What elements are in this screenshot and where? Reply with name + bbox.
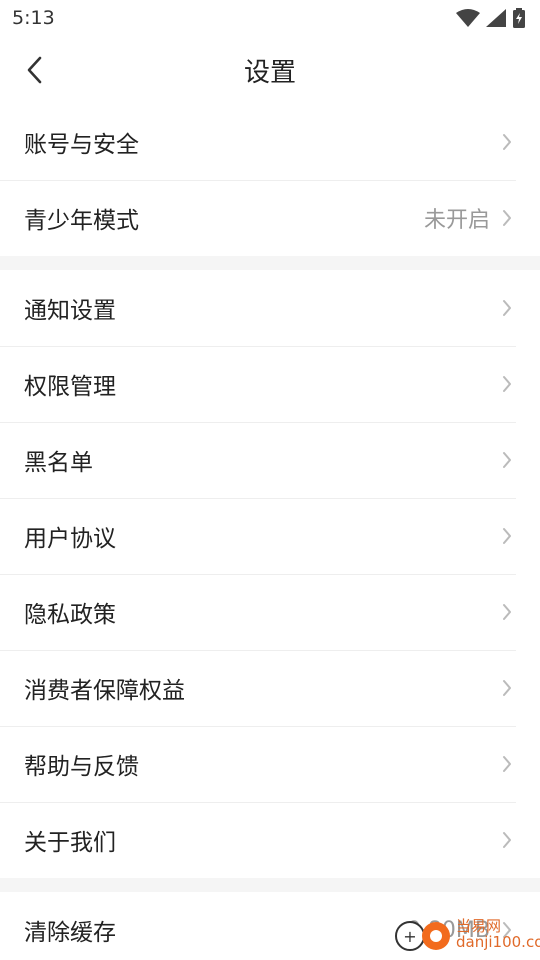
settings-row-label: 账号与安全 [24,132,139,158]
settings-row-label: 通知设置 [24,298,116,324]
settings-row-label: 黑名单 [24,450,93,476]
settings-row-label: 清除缓存 [24,920,116,946]
settings-list: 账号与安全青少年模式 未开启通知设置权限管理黑名单用户协议隐私政策消费者保障权益帮… [0,104,540,960]
chevron-right-icon [502,450,514,470]
chevron-right-icon [502,754,514,774]
settings-row-label: 青少年模式 [24,208,139,234]
settings-row-value: 未开启 [423,208,490,233]
settings-row[interactable]: 权限管理 [0,346,540,422]
settings-row[interactable]: 关于我们 [0,802,540,878]
chevron-right-icon [502,374,514,394]
settings-row-label: 隐私政策 [24,602,116,628]
settings-group: 清除缓存 0.80MB [0,892,540,960]
settings-row[interactable]: 账号与安全 [0,104,540,180]
settings-row[interactable]: 隐私政策 [0,574,540,650]
chevron-right-icon [502,298,514,318]
chevron-right-icon [502,602,514,622]
chevron-right-icon [502,526,514,546]
back-button[interactable] [14,50,54,90]
signal-icon [486,9,506,27]
chevron-right-icon [502,920,514,940]
settings-row[interactable]: 通知设置 [0,270,540,346]
settings-row[interactable]: 清除缓存 0.80MB [0,892,540,960]
chevron-right-icon [502,208,514,228]
settings-group: 账号与安全青少年模式 未开启 [0,104,540,256]
status-icons [456,8,526,28]
settings-row[interactable]: 消费者保障权益 [0,650,540,726]
page-title: 设置 [243,57,296,88]
status-time: 5:13 [12,7,55,29]
settings-row-label: 关于我们 [24,830,116,856]
battery-charging-icon [513,8,525,28]
settings-row[interactable]: 用户协议 [0,498,540,574]
settings-row-label: 用户协议 [24,526,116,552]
group-divider [0,878,540,892]
group-divider [0,256,540,270]
chevron-right-icon [502,132,514,152]
settings-row-label: 消费者保障权益 [24,678,185,704]
back-arrow-icon [27,56,42,84]
settings-row-label: 帮助与反馈 [24,754,139,780]
wifi-icon [456,9,480,27]
settings-row-value: 0.80MB [406,917,490,943]
status-bar: 5:13 [0,0,540,36]
settings-row[interactable]: 帮助与反馈 [0,726,540,802]
nav-bar: 设置 [0,36,540,104]
settings-row-label: 权限管理 [24,374,116,400]
chevron-right-icon [502,830,514,850]
chevron-right-icon [502,678,514,698]
settings-group: 通知设置权限管理黑名单用户协议隐私政策消费者保障权益 帮助与反馈关于我们 [0,270,540,878]
settings-row[interactable]: 黑名单 [0,422,540,498]
settings-row[interactable]: 青少年模式 未开启 [0,180,540,256]
